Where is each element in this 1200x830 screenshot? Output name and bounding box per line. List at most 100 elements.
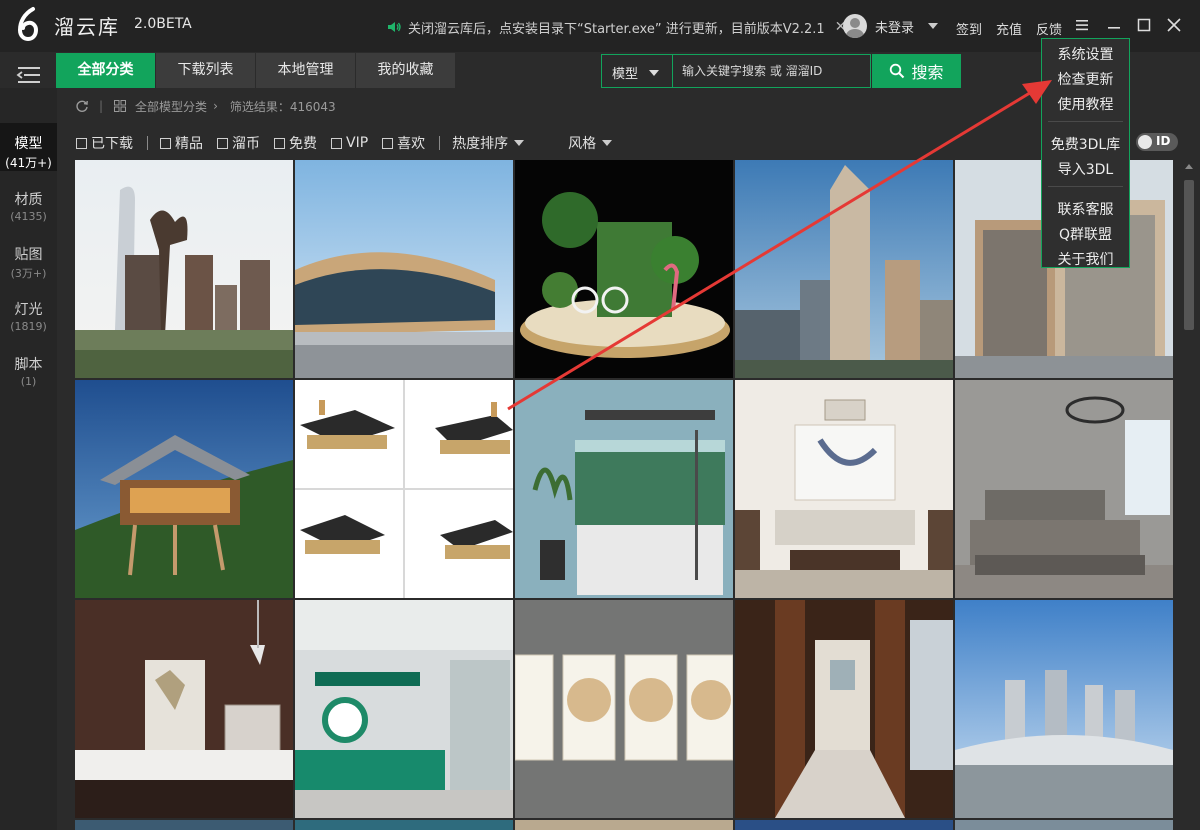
sidebar-item-lights[interactable]: 灯光 (1819) <box>0 299 57 333</box>
tile-hallway[interactable] <box>735 600 953 818</box>
sidebar-item-materials[interactable]: 材质 (4135) <box>0 189 57 223</box>
tab-all-categories[interactable]: 全部分类 <box>56 53 155 88</box>
filter-liked[interactable]: 喜欢 <box>382 133 425 153</box>
model-thumbnail <box>295 380 513 598</box>
maximize-icon[interactable] <box>1135 16 1153 34</box>
tile-partial[interactable] <box>295 820 513 830</box>
sort-dropdown[interactable]: 热度排序 <box>452 133 525 153</box>
login-status: 未登录 <box>875 20 915 36</box>
filter-coin[interactable]: 溜币 <box>217 133 260 153</box>
search-box: 模型 <box>601 54 871 88</box>
menu-item-tutorial[interactable]: 使用教程 <box>1042 94 1129 114</box>
tile-partial[interactable] <box>735 820 953 830</box>
id-toggle-label: ID <box>1156 134 1171 148</box>
tile-tower-trees[interactable] <box>75 160 293 378</box>
grid-scrollbar[interactable] <box>1182 160 1196 830</box>
tab-favorites[interactable]: 我的收藏 <box>356 53 455 88</box>
model-thumbnail <box>955 600 1173 818</box>
recharge-link[interactable]: 充值 <box>996 19 1022 38</box>
app-version: 2.0BETA <box>134 16 192 32</box>
sidebar-item-label: 脚本 <box>14 357 43 373</box>
menu-item-free-3dl[interactable]: 免费3DL库 <box>1042 134 1129 154</box>
sidebar-item-count: (1819) <box>10 320 47 333</box>
tile-tv-wall[interactable] <box>75 600 293 818</box>
filter-vip[interactable]: VIP <box>331 135 368 151</box>
menu-item-settings[interactable]: 系统设置 <box>1042 44 1129 64</box>
tile-partial[interactable] <box>515 820 733 830</box>
tab-local[interactable]: 本地管理 <box>256 53 355 88</box>
filter-bar: 已下载 精品 溜币 免费 VIP 喜欢 热度排序 风格 <box>76 133 613 153</box>
scroll-thumb[interactable] <box>1184 180 1194 330</box>
tile-calligraphy-frames[interactable] <box>515 600 733 818</box>
sidebar-item-scripts[interactable]: 脚本 (1) <box>0 354 57 388</box>
model-thumbnail <box>295 160 513 378</box>
tile-partial[interactable] <box>955 820 1173 830</box>
filter-premium[interactable]: 精品 <box>160 133 203 153</box>
grid-icon <box>114 100 127 112</box>
chevron-down-icon <box>514 140 525 146</box>
sidebar-item-textures[interactable]: 贴图 (3万+) <box>0 244 57 281</box>
checkbox-icon <box>331 137 342 149</box>
chevron-down-icon <box>602 140 613 146</box>
filter-downloaded[interactable]: 已下载 <box>76 133 133 153</box>
style-dropdown[interactable]: 风格 <box>568 133 613 153</box>
menu-item-about[interactable]: 关于我们 <box>1042 249 1129 269</box>
user-menu[interactable]: 未登录 <box>843 14 939 38</box>
sort-label: 热度排序 <box>452 136 509 152</box>
checkbox-icon <box>217 137 228 149</box>
breadcrumb: | 全部模型分类 › 筛选结果：416043 <box>75 96 336 116</box>
model-thumbnail <box>75 600 293 818</box>
filter-free[interactable]: 免费 <box>274 133 317 153</box>
logo-icon <box>17 7 39 42</box>
menu-icon[interactable] <box>1073 16 1091 34</box>
close-icon[interactable] <box>1165 16 1183 34</box>
model-thumbnail <box>75 160 293 378</box>
chevron-down-icon[interactable] <box>649 70 659 76</box>
tile-aquarium[interactable] <box>515 380 733 598</box>
feedback-link[interactable]: 反馈 <box>1036 19 1062 38</box>
checkin-link[interactable]: 签到 <box>956 19 982 38</box>
sidebar-toggle-icon[interactable] <box>16 64 42 86</box>
checkbox-icon <box>274 137 285 149</box>
tile-flower-display[interactable] <box>515 160 733 378</box>
tile-skyscraper[interactable] <box>735 160 953 378</box>
breadcrumb-root[interactable]: 全部模型分类 <box>135 98 207 115</box>
tile-stilt-house[interactable] <box>75 380 293 598</box>
tab-downloads[interactable]: 下载列表 <box>156 53 255 88</box>
filter-label: 已下载 <box>91 136 133 152</box>
chevron-right-icon: › <box>213 99 218 113</box>
sidebar-item-models[interactable]: 模型 (41万+) <box>0 123 57 171</box>
tile-chinese-living-room[interactable] <box>735 380 953 598</box>
search-category-select[interactable]: 模型 <box>612 63 638 82</box>
filter-label: 喜欢 <box>397 136 426 152</box>
search-icon <box>890 63 905 79</box>
minimize-icon[interactable] <box>1105 16 1123 34</box>
search-input[interactable] <box>682 61 862 81</box>
filter-label: 免费 <box>289 136 317 152</box>
menu-item-check-update[interactable]: 检查更新 <box>1042 69 1129 89</box>
model-thumbnail <box>735 600 953 818</box>
model-thumbnail <box>75 380 293 598</box>
tile-curved-building[interactable] <box>295 160 513 378</box>
model-grid <box>75 160 1174 830</box>
refresh-icon[interactable] <box>75 99 89 113</box>
id-toggle[interactable]: ID <box>1136 133 1178 151</box>
filter-label: 精品 <box>175 136 203 152</box>
menu-item-support[interactable]: 联系客服 <box>1042 199 1129 219</box>
tile-city-skyline[interactable] <box>955 600 1173 818</box>
model-thumbnail <box>515 160 733 378</box>
menu-divider <box>1048 186 1123 187</box>
search-button[interactable]: 搜索 <box>872 54 961 88</box>
tile-insurance-lobby[interactable] <box>295 600 513 818</box>
tile-coffee-table[interactable] <box>295 380 513 598</box>
chevron-down-icon <box>928 23 939 29</box>
scroll-up-icon[interactable] <box>1185 164 1193 169</box>
filter-divider <box>439 136 441 150</box>
menu-item-import-3dl[interactable]: 导入3DL <box>1042 159 1129 179</box>
menu-divider <box>1048 121 1123 122</box>
tile-partial[interactable] <box>75 820 293 830</box>
checkbox-icon <box>160 137 171 149</box>
menu-item-qq-group[interactable]: Q群联盟 <box>1042 224 1129 244</box>
model-thumbnail <box>295 600 513 818</box>
tile-bedroom[interactable] <box>955 380 1173 598</box>
